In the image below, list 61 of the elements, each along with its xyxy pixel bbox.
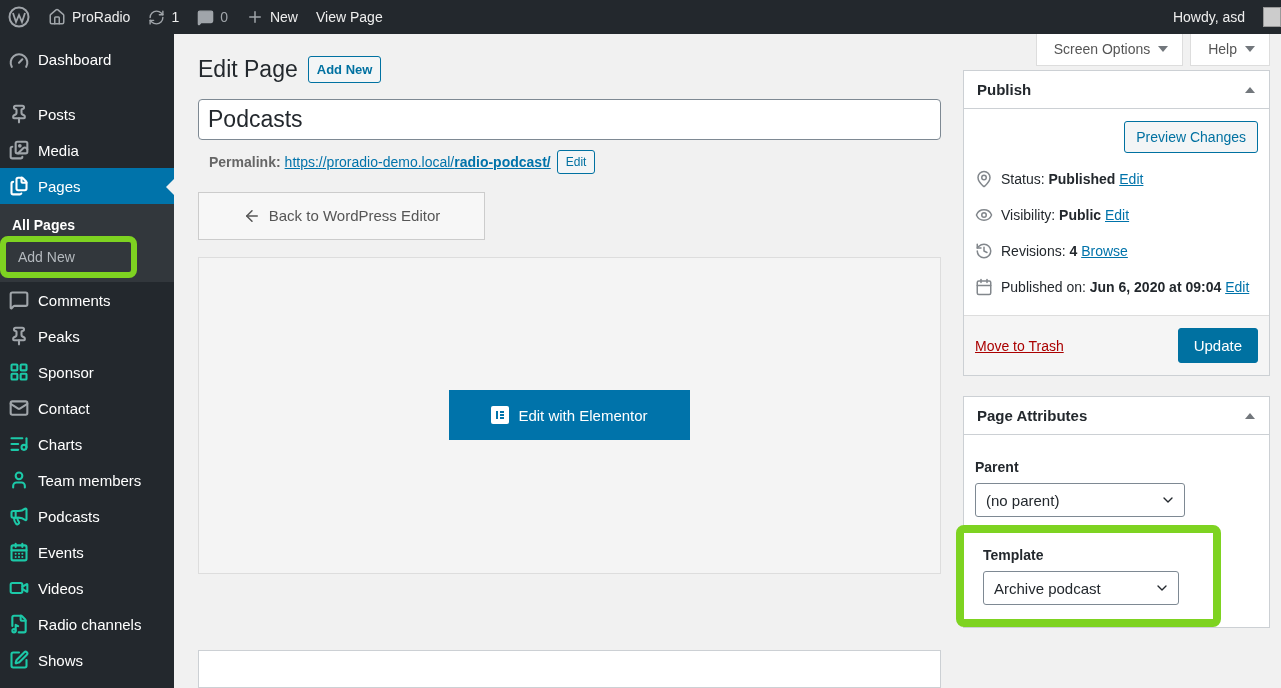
field-label: Parent (975, 459, 1020, 475)
collapse-icon[interactable] (1245, 412, 1255, 419)
sidebar-item[interactable]: Charts (0, 426, 174, 462)
add-new-button[interactable]: Add New (307, 56, 382, 83)
trash-link[interactable]: Move to Trash (975, 337, 1064, 354)
panel-title: Publish (977, 81, 1032, 98)
editor-icon (491, 406, 510, 425)
title-input[interactable]: Podcasts (198, 99, 941, 140)
preview-button[interactable]: Preview Changes (1124, 121, 1258, 153)
parent-select[interactable]: (no parent) (975, 483, 1185, 517)
logo-icon[interactable] (8, 6, 30, 28)
permalink-label: Permalink: (209, 154, 281, 170)
submenu-item[interactable]: All Pages (0, 210, 174, 240)
updates-link[interactable]: 1 (148, 8, 180, 26)
publish-info: Status: Published Edit (1001, 170, 1144, 189)
site-link[interactable]: ProRadio (48, 8, 131, 26)
field-label: Template (983, 547, 1045, 563)
submenu-item[interactable]: Add New (6, 242, 131, 272)
sidebar-item[interactable]: Pages (0, 168, 174, 204)
publish-link[interactable]: Browse (1081, 243, 1128, 259)
page-heading: Edit Page (198, 56, 298, 83)
sidebar-item[interactable]: Shows (0, 642, 174, 678)
publish-info: Revisions: 4 Browse (1001, 242, 1128, 261)
home-icon (48, 8, 66, 26)
sidebar-item[interactable]: Radio channels (0, 606, 174, 642)
sidebar-item[interactable]: Videos (0, 570, 174, 606)
speech-bubble-icon (197, 8, 215, 26)
calendar-icon (975, 278, 993, 296)
sidebar-item[interactable]: Media (0, 132, 174, 168)
pin-icon (975, 170, 993, 188)
screen-tab[interactable]: Screen Options (1035, 34, 1184, 66)
sidebar-item[interactable]: Events (0, 534, 174, 570)
new-link[interactable]: New (245, 8, 298, 26)
sidebar-item[interactable]: Comments (0, 282, 174, 318)
history-icon (975, 242, 993, 260)
comments-link[interactable]: 0 (197, 8, 228, 26)
sidebar-item[interactable]: Sponsor (0, 354, 174, 390)
elementor-button[interactable]: Edit with Elementor (449, 390, 690, 441)
publish-link[interactable]: Edit (1119, 171, 1144, 187)
publish-link[interactable]: Edit (1105, 207, 1130, 223)
permalink-link[interactable]: https://proradio-demo.local/radio-podcast/ (284, 154, 551, 170)
sidebar-item[interactable]: Posts (0, 96, 174, 132)
sidebar-item[interactable]: Team members (0, 462, 174, 498)
panel-title: Page Attributes (977, 407, 1088, 424)
view-page-link[interactable]: View Page (316, 9, 383, 25)
sidebar-item[interactable]: Peaks (0, 318, 174, 354)
edit-permalink-button[interactable]: Edit (556, 150, 596, 174)
collapse-icon[interactable] (1245, 86, 1255, 93)
back-button[interactable]: Back to WordPress Editor (198, 192, 485, 240)
screen-tab[interactable]: Help (1190, 34, 1270, 66)
sidebar-item[interactable]: Contact (0, 390, 174, 426)
eye-icon (975, 206, 993, 224)
sidebar-item[interactable]: Podcasts (0, 498, 174, 534)
refresh-icon (148, 8, 166, 26)
sidebar-item[interactable]: Dashboard (0, 48, 174, 96)
greeting[interactable]: Howdy, asd (1172, 9, 1245, 25)
publish-link[interactable]: Edit (1225, 279, 1250, 295)
publish-info: Visibility: Public Edit (1001, 206, 1130, 225)
publish-info: Published on: Jun 6, 2020 at 09:04 Edit (1001, 278, 1250, 297)
template-select[interactable]: Archive podcast (983, 571, 1179, 605)
update-button[interactable]: Update (1177, 328, 1258, 363)
